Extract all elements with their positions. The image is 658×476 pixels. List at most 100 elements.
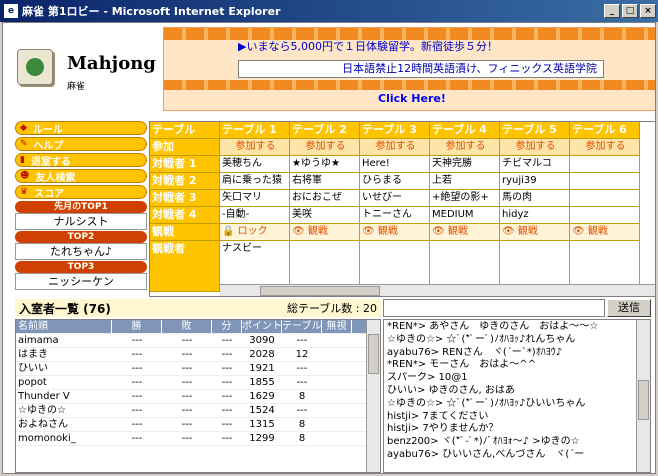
column-header[interactable]: 無視	[322, 320, 352, 333]
join-button[interactable]: 参加する	[570, 139, 640, 156]
user-cell: 8	[298, 433, 306, 444]
user-row[interactable]: ☆ゆきの☆ --- --- --- 1524 ---	[16, 404, 380, 418]
user-cell: ---	[221, 419, 233, 430]
player-cell: ★ゆうゆ★	[290, 156, 360, 173]
watch-button[interactable]: 👁 観戦	[360, 224, 430, 241]
mahjong-tile-icon	[17, 49, 53, 85]
ad-banner[interactable]: ▶いまなら5,000円で１日体験留学。新宿徒歩５分！ 日本語禁止12時間英語漬け…	[163, 27, 655, 111]
user-row[interactable]: ひいい --- --- --- 1921 ---	[16, 362, 380, 376]
user-cell: aimama	[18, 335, 59, 346]
user-cell: ☆ゆきの☆	[18, 405, 66, 416]
user-row[interactable]: Thunder V --- --- --- 1629 8	[16, 390, 380, 404]
chat-input[interactable]	[383, 299, 605, 317]
chat-message: ☆ゆきの☆> ☆ﾟ(*ﾟーﾟ)ﾉｵﾊﾖｯ♪ひいいちゃん	[387, 397, 586, 409]
join-button[interactable]: 参加する	[430, 139, 500, 156]
chat-message: benz200> ヾ(*ﾟ-ﾟ*)ﾉﾞｵﾊﾖｫ～♪ >ゆきの☆	[387, 436, 580, 448]
scroll-thumb[interactable]	[638, 380, 649, 420]
minimize-button[interactable]: _	[604, 4, 620, 18]
user-cell: 12	[295, 349, 309, 360]
ad-text-box: 日本語禁止12時間英語漬け、フィニックス英語学院	[238, 60, 604, 78]
user-cell: ひいい	[18, 363, 48, 374]
player-label: 対戦者 3	[150, 190, 220, 207]
user-row[interactable]: はまき --- --- --- 2028 12	[16, 348, 380, 362]
user-cell	[322, 432, 352, 445]
user-cell: 2028	[249, 349, 275, 360]
user-cell: ---	[131, 377, 143, 388]
menu-friend-search[interactable]: ☻ 友人検索	[15, 169, 147, 184]
user-cell: ---	[131, 363, 143, 374]
scroll-thumb[interactable]	[260, 286, 380, 296]
user-cell: 8	[298, 391, 306, 402]
menu-help[interactable]: ✎ ヘルプ	[15, 137, 147, 152]
chat-message: histji> 7まてください	[387, 410, 489, 422]
table-header: テーブル 1	[220, 122, 290, 139]
user-cell: 1524	[249, 405, 275, 416]
column-header[interactable]: 勝	[112, 320, 162, 333]
user-row[interactable]: aimama --- --- --- 3090 ---	[16, 334, 380, 348]
room-title: 入室者一覧 (76)	[19, 301, 111, 316]
player-cell: hidyz	[500, 207, 570, 224]
user-cell: ---	[181, 335, 193, 346]
close-button[interactable]: ×	[640, 4, 656, 18]
player-label: 対戦者 4	[150, 207, 220, 224]
user-row[interactable]: およねさん --- --- --- 1315 8	[16, 418, 380, 432]
user-cell: 8	[298, 419, 306, 430]
user-cell: ---	[131, 349, 143, 360]
join-button[interactable]: 参加する	[360, 139, 430, 156]
user-cell: ---	[296, 405, 308, 416]
menu-score[interactable]: ♛ スコア	[15, 185, 147, 200]
table-header: テーブル 5	[500, 122, 570, 139]
join-button[interactable]: 参加する	[220, 139, 290, 156]
join-button[interactable]: 参加する	[500, 139, 570, 156]
menu-rules[interactable]: ◆ ルール	[15, 121, 147, 136]
window-title: 麻雀 第1ロビー - Microsoft Internet Explorer	[22, 5, 281, 18]
horizontal-scrollbar[interactable]	[220, 284, 655, 296]
user-cell	[322, 418, 352, 431]
table-header: テーブル 3	[360, 122, 430, 139]
player-cell: ひらまる	[360, 173, 430, 190]
watch-button[interactable]: 👁 観戦	[430, 224, 500, 241]
logo: Mahjong 麻雀	[9, 29, 159, 135]
player-cell: -自動-	[220, 207, 290, 224]
user-cell: 1315	[249, 419, 275, 430]
player-cell: チビマルコ	[500, 156, 570, 173]
user-cell: 1855	[249, 377, 275, 388]
column-header[interactable]: テーブル	[282, 320, 322, 333]
maximize-button[interactable]: □	[622, 4, 638, 18]
column-header[interactable]: 名前順	[16, 320, 112, 333]
top3-title: TOP3	[15, 261, 147, 273]
chat-scrollbar[interactable]	[636, 320, 650, 472]
user-cell: ---	[131, 433, 143, 444]
user-cell: ---	[181, 419, 193, 430]
chat-message: histji> 7やりませんか？	[387, 423, 499, 435]
column-header[interactable]: ポイント	[242, 320, 282, 333]
user-cell: ---	[221, 349, 233, 360]
watch-button[interactable]: 👁 観戦	[500, 224, 570, 241]
player-cell	[570, 173, 640, 190]
menu-label: ヘルプ	[33, 140, 64, 152]
column-header[interactable]: 分	[212, 320, 242, 333]
user-list-scrollbar[interactable]	[366, 320, 380, 472]
player-cell	[570, 156, 640, 173]
chat-message: *REN*> あやさん ゆきのさん おはよ～～☆	[387, 321, 599, 332]
trophy-icon: ♛	[20, 187, 29, 197]
user-cell	[322, 362, 352, 375]
user-row[interactable]: momonoki_ --- --- --- 1299 8	[16, 432, 380, 446]
pen-icon: ✎	[20, 139, 28, 149]
side-menu: ◆ ルール ✎ ヘルプ ▮ 退室する ☻ 友人検索 ♛ スコア 先月のTOP1 ナルシスト…	[15, 121, 147, 290]
watch-button[interactable]: 👁 観戦	[290, 224, 360, 241]
chat-message: ayabu76> ひいいさん,べんづさん ヾ(´ー	[387, 448, 585, 460]
user-cell: およねさん	[18, 419, 68, 430]
user-row[interactable]: popot --- --- --- 1855 ---	[16, 376, 380, 390]
column-header[interactable]: 敗	[162, 320, 212, 333]
join-button[interactable]: 参加する	[290, 139, 360, 156]
user-cell	[322, 376, 352, 389]
click-here-link[interactable]: Click Here!	[378, 92, 446, 105]
user-cell: ---	[131, 419, 143, 430]
watch-button[interactable]: 👁 観戦	[570, 224, 640, 241]
menu-exit[interactable]: ▮ 退室する	[15, 153, 147, 168]
ad-link[interactable]: ▶いまなら5,000円で１日体験留学。新宿徒歩５分！	[238, 38, 498, 54]
scroll-thumb[interactable]	[368, 334, 379, 374]
send-button[interactable]: 送信	[607, 299, 651, 317]
join-label: 参加	[150, 139, 220, 156]
